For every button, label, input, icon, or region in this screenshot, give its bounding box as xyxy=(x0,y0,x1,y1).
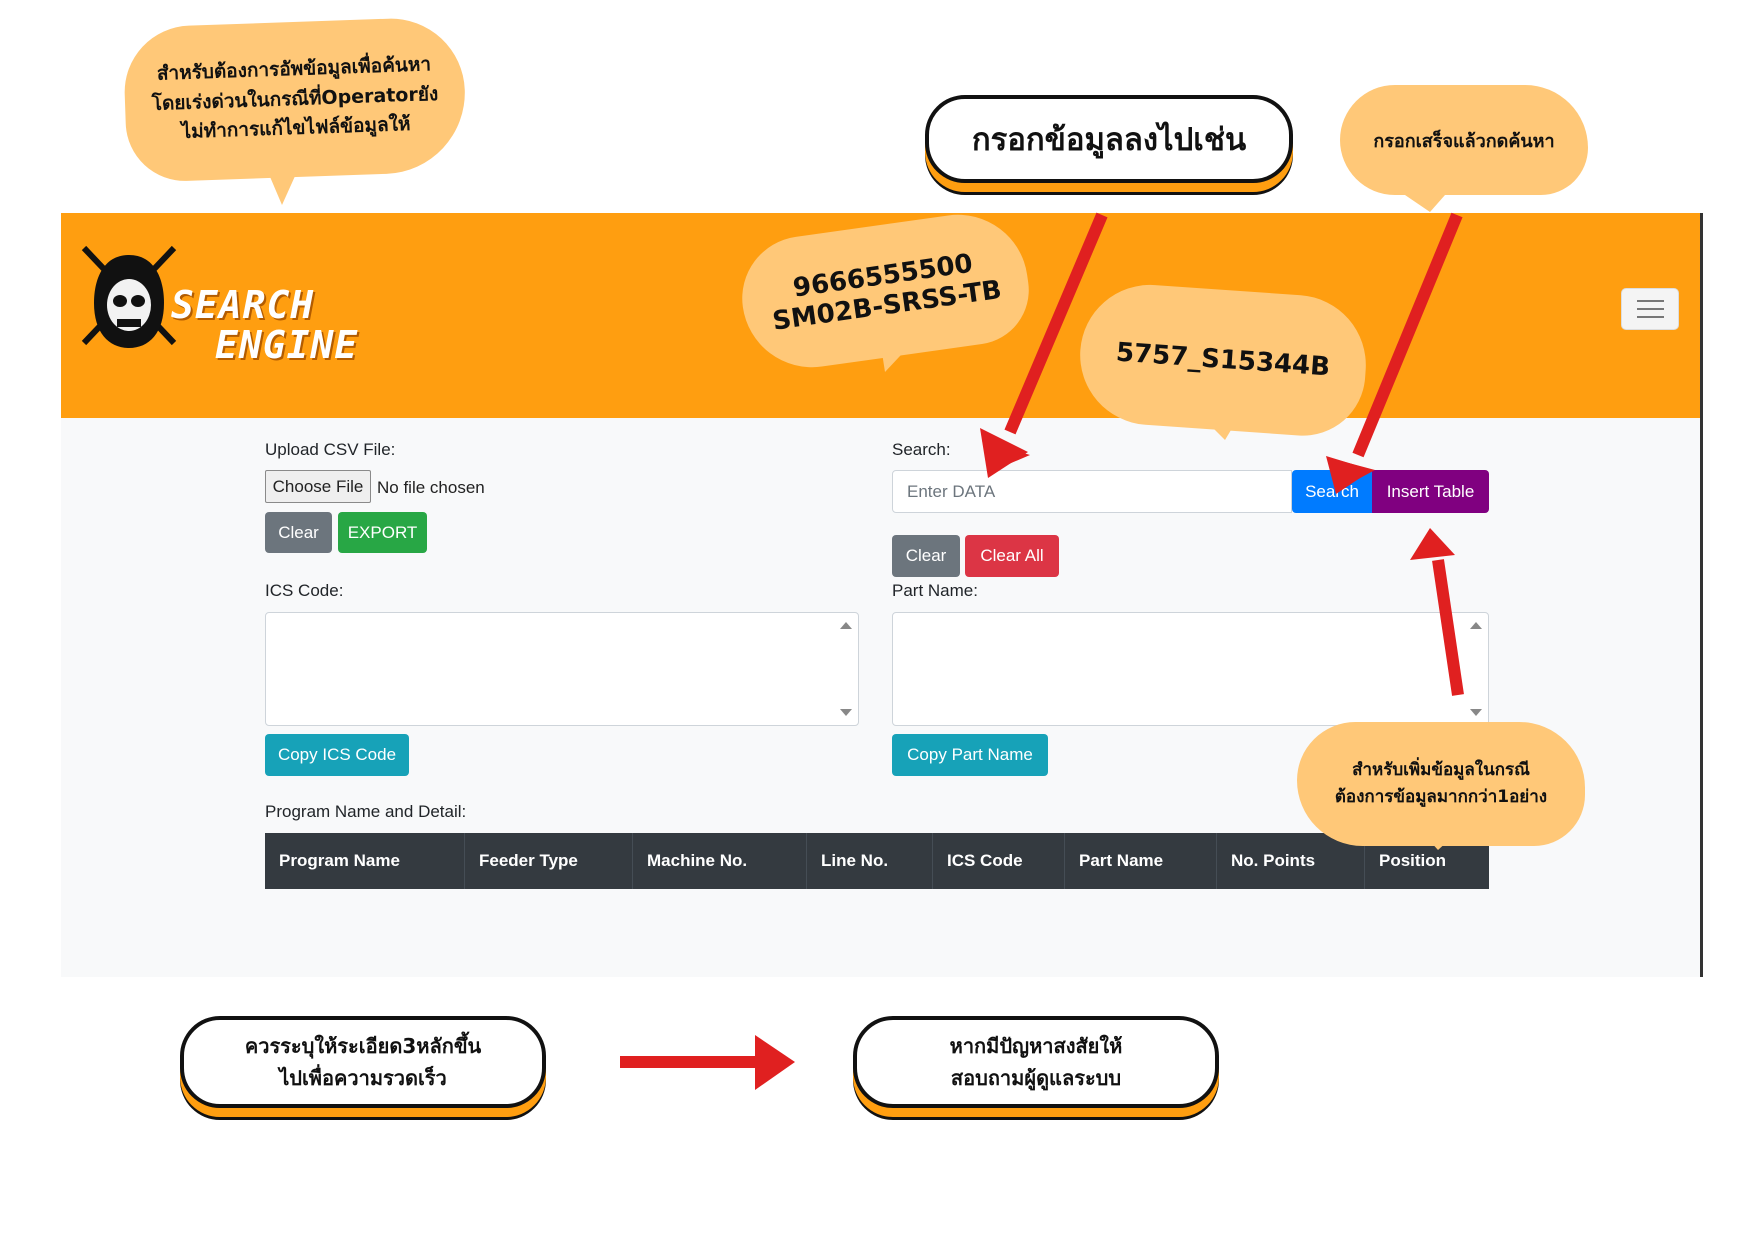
enter-data-callout: กรอกข้อมูลลงไปเช่น xyxy=(925,95,1293,183)
contact-note-callout: หากมีปัญหาสงสัยให้สอบถามผู้ดูแลระบบ xyxy=(853,1016,1219,1108)
upload-note-bubble: สำหรับต้องการอัพข้อมูลเพื่อค้นหาโดยเร่งด… xyxy=(122,16,468,183)
example-bubble-2: 5757_S15344B xyxy=(1075,280,1371,440)
press-search-bubble: กรอกเสร็จแล้วกดค้นหา xyxy=(1340,85,1588,195)
detail-note-callout: ควรระบุให้ระเอียด3หลักขึ้นไปเพื่อความรวด… xyxy=(180,1016,546,1108)
insert-note-bubble: สำหรับเพิ่มข้อมูลในกรณีต้องการข้อมูลมากก… xyxy=(1297,722,1585,846)
